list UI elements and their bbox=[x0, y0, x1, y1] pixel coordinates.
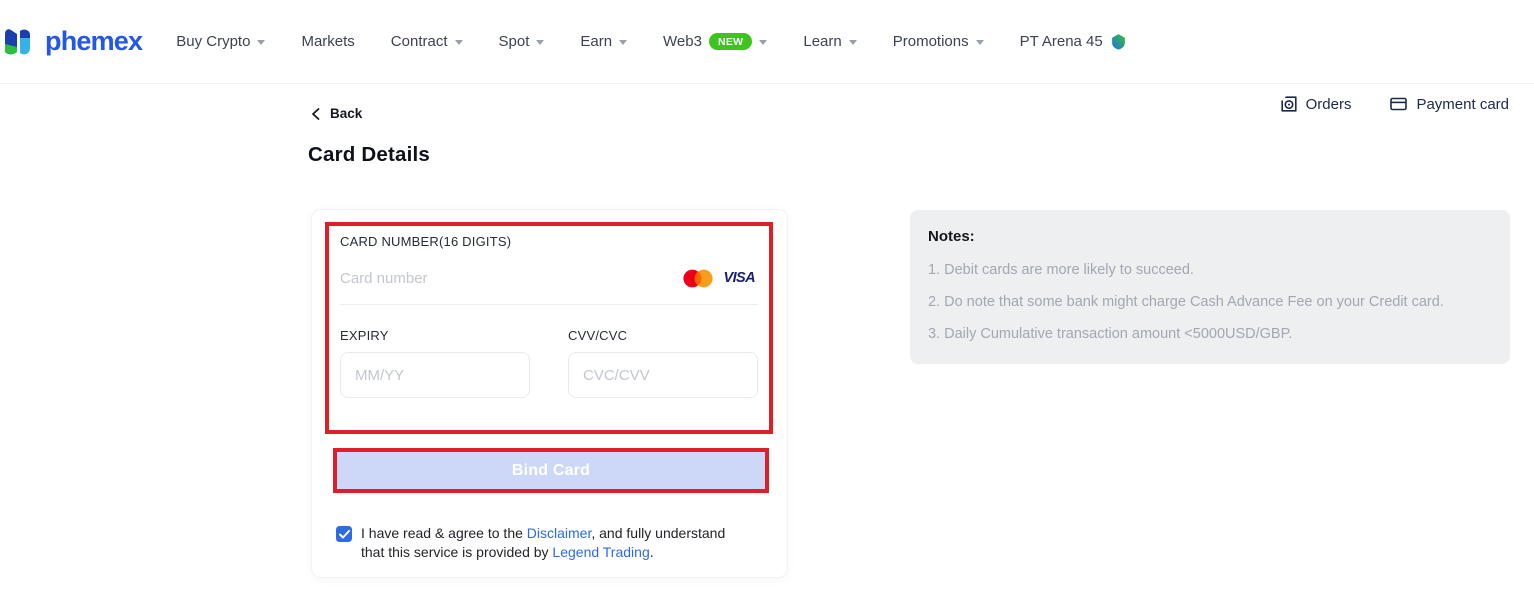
expiry-cvv-row: EXPIRY CVV/CVC bbox=[340, 328, 758, 398]
agreement-row: I have read & agree to the Disclaimer, a… bbox=[336, 524, 748, 562]
chevron-down-icon bbox=[536, 40, 544, 45]
nav-label: Contract bbox=[391, 33, 448, 50]
card-details-panel: CARD NUMBER(16 DIGITS) VISA EXPIRY bbox=[311, 209, 788, 578]
cvv-field: CVV/CVC bbox=[568, 328, 758, 398]
bind-card-button[interactable]: Bind Card bbox=[337, 452, 765, 489]
main-nav: Buy Crypto Markets Contract Spot Earn We… bbox=[176, 33, 1127, 50]
phemex-logo-icon bbox=[4, 25, 38, 59]
nav-label: Buy Crypto bbox=[176, 33, 250, 50]
agreement-text: I have read & agree to the Disclaimer, a… bbox=[361, 524, 748, 562]
nav-item-pt-arena[interactable]: PT Arena 45 bbox=[1020, 33, 1127, 50]
card-number-label: CARD NUMBER(16 DIGITS) bbox=[340, 234, 758, 249]
card-brand-logos: VISA bbox=[683, 252, 755, 304]
annotation-box-bind-button: Bind Card bbox=[333, 448, 769, 493]
nav-item-promotions[interactable]: Promotions bbox=[893, 33, 984, 50]
payment-card-button[interactable]: Payment card bbox=[1389, 95, 1509, 113]
page-title: Card Details bbox=[308, 143, 430, 167]
back-label: Back bbox=[330, 106, 362, 121]
nav-label: Web3 bbox=[663, 33, 702, 50]
pt-arena-gem-icon bbox=[1110, 33, 1127, 50]
card-number-row: VISA bbox=[340, 252, 758, 305]
annotation-box-form: CARD NUMBER(16 DIGITS) VISA EXPIRY bbox=[325, 222, 773, 434]
legend-trading-link[interactable]: Legend Trading bbox=[552, 544, 649, 560]
nav-label: Promotions bbox=[893, 33, 969, 50]
chevron-down-icon bbox=[759, 40, 767, 45]
phemex-logo[interactable]: phemex bbox=[4, 25, 142, 59]
nav-label: Earn bbox=[580, 33, 612, 50]
nav-item-markets[interactable]: Markets bbox=[301, 33, 354, 50]
nav-item-spot[interactable]: Spot bbox=[499, 33, 545, 50]
cvv-label: CVV/CVC bbox=[568, 328, 758, 343]
mastercard-icon bbox=[683, 269, 713, 288]
chevron-down-icon bbox=[976, 40, 984, 45]
payment-card-label: Payment card bbox=[1416, 96, 1509, 113]
back-chevron-icon bbox=[310, 107, 322, 121]
orders-icon bbox=[1280, 95, 1298, 113]
disclaimer-link[interactable]: Disclaimer bbox=[527, 525, 592, 541]
cvv-input[interactable] bbox=[568, 352, 758, 398]
nav-item-buy-crypto[interactable]: Buy Crypto bbox=[176, 33, 265, 50]
card-number-input[interactable] bbox=[340, 270, 640, 287]
payment-card-icon bbox=[1389, 95, 1408, 113]
visa-icon: VISA bbox=[724, 270, 755, 286]
chevron-down-icon bbox=[619, 40, 627, 45]
nav-item-learn[interactable]: Learn bbox=[803, 33, 856, 50]
chevron-down-icon bbox=[849, 40, 857, 45]
phemex-logo-text: phemex bbox=[45, 26, 142, 57]
nav-label: Learn bbox=[803, 33, 841, 50]
top-nav-bar: phemex Buy Crypto Markets Contract Spot … bbox=[0, 0, 1534, 84]
agreement-prefix: I have read & agree to the bbox=[361, 525, 527, 541]
nav-item-earn[interactable]: Earn bbox=[580, 33, 627, 50]
note-item: 3. Daily Cumulative transaction amount <… bbox=[928, 326, 1492, 342]
nav-label: PT Arena 45 bbox=[1020, 33, 1103, 50]
chevron-down-icon bbox=[455, 40, 463, 45]
chevron-down-icon bbox=[257, 40, 265, 45]
nav-item-web3[interactable]: Web3 NEW bbox=[663, 33, 767, 50]
page-actions: Orders Payment card bbox=[1280, 95, 1509, 113]
nav-label: Markets bbox=[301, 33, 354, 50]
expiry-field: EXPIRY bbox=[340, 328, 530, 398]
back-button[interactable]: Back bbox=[310, 106, 362, 121]
notes-panel: Notes: 1. Debit cards are more likely to… bbox=[910, 210, 1510, 364]
phemex-card-details-page: { "header": { "logo_text": "phemex", "na… bbox=[0, 0, 1534, 598]
expiry-input[interactable] bbox=[340, 352, 530, 398]
note-item: 2. Do note that some bank might charge C… bbox=[928, 294, 1492, 310]
orders-label: Orders bbox=[1306, 96, 1352, 113]
agreement-checkbox[interactable] bbox=[336, 526, 352, 542]
note-item: 1. Debit cards are more likely to succee… bbox=[928, 262, 1492, 278]
notes-title: Notes: bbox=[928, 228, 1492, 245]
expiry-label: EXPIRY bbox=[340, 328, 530, 343]
agreement-suffix: . bbox=[650, 544, 654, 560]
nav-label: Spot bbox=[499, 33, 530, 50]
orders-button[interactable]: Orders bbox=[1280, 95, 1352, 113]
new-badge: NEW bbox=[709, 33, 752, 50]
nav-item-contract[interactable]: Contract bbox=[391, 33, 463, 50]
